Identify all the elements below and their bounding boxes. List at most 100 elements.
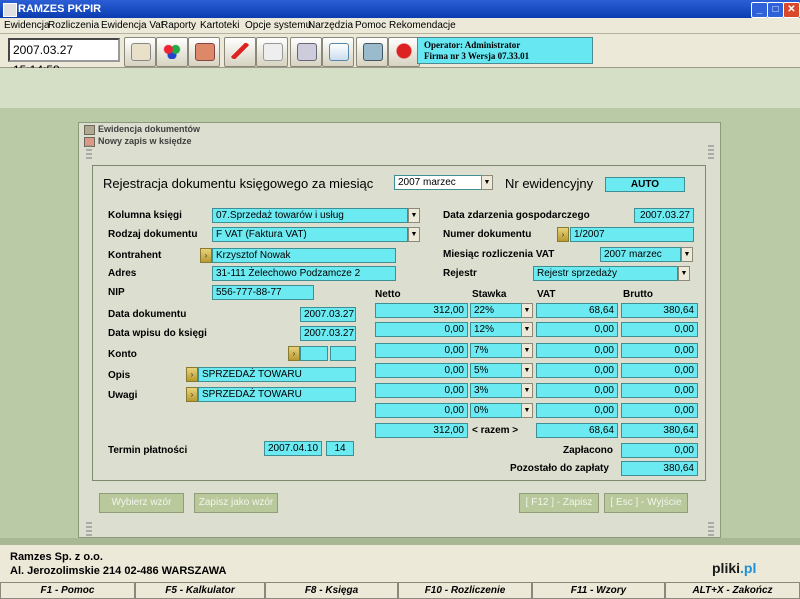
rodzaj-dropdown[interactable]: ▼ — [408, 227, 420, 242]
stawka-select[interactable]: 3% — [470, 383, 522, 398]
uwagi-button[interactable]: › — [186, 387, 198, 402]
konto-field-1[interactable] — [300, 346, 328, 361]
stawka-select[interactable]: 7% — [470, 343, 522, 358]
brutto-field[interactable]: 0,00 — [621, 403, 698, 418]
data-dok-field[interactable]: 2007.03.27 — [300, 307, 356, 322]
menu-ewidencja-vat[interactable]: Ewidencja Vat — [101, 20, 164, 31]
toolbar-button-network[interactable] — [356, 37, 388, 67]
toolbar-button-calculator[interactable] — [256, 37, 288, 67]
brutto-field[interactable]: 0,00 — [621, 343, 698, 358]
miesiac-rozl-select[interactable]: 2007 marzec — [600, 247, 681, 262]
header-label: Rejestracja dokumentu księgowego za mies… — [103, 176, 374, 191]
menu-opcje-systemu[interactable]: Opcje systemu — [245, 20, 311, 31]
menu-raporty[interactable]: Raporty — [161, 20, 196, 31]
netto-field[interactable]: 0,00 — [375, 403, 468, 418]
stawka-select[interactable]: 22% — [470, 303, 522, 318]
nr-ewid-value: AUTO — [605, 177, 685, 192]
month-dropdown[interactable]: ▼ — [481, 175, 493, 190]
stawka-select[interactable]: 12% — [470, 322, 522, 337]
stawka-dropdown[interactable]: ▼ — [521, 303, 533, 318]
vat-field[interactable]: 0,00 — [536, 403, 618, 418]
toolbar-button-check[interactable] — [322, 37, 354, 67]
wyjscie-button[interactable]: [ Esc ] - Wyjście — [604, 493, 688, 513]
termin-days-field[interactable]: 14 — [326, 441, 354, 456]
numer-dok-field[interactable]: 1/2007 — [570, 227, 694, 242]
f8-book-key[interactable]: F8 - Księga — [265, 582, 398, 599]
numer-dok-label: Numer dokumentu — [443, 229, 532, 240]
kolumna-select[interactable]: 07.Sprzedaż towarów i usług — [212, 208, 408, 223]
stawka-dropdown[interactable]: ▼ — [521, 383, 533, 398]
netto-field[interactable]: 0,00 — [375, 343, 468, 358]
stawka-select[interactable]: 5% — [470, 363, 522, 378]
close-button[interactable]: ✕ — [783, 2, 800, 18]
numer-dok-button[interactable]: › — [557, 227, 569, 242]
kontrahent-label: Kontrahent — [108, 250, 162, 261]
alt-x-exit-key[interactable]: ALT+X - Zakończ — [665, 582, 800, 599]
miesiac-rozl-dropdown[interactable]: ▼ — [681, 247, 693, 262]
brutto-field[interactable]: 0,00 — [621, 363, 698, 378]
adres-field[interactable]: 31-111 Żelechowo Podzamcze 2 — [212, 266, 396, 281]
rejestr-dropdown[interactable]: ▼ — [678, 266, 690, 281]
kontrahent-field[interactable]: Krzysztof Nowak — [212, 248, 396, 263]
f5-calculator-key[interactable]: F5 - Kalkulator — [135, 582, 265, 599]
data-dok-label: Data dokumentu — [108, 309, 187, 320]
netto-field[interactable]: 312,00 — [375, 303, 468, 318]
menu-rekomendacje[interactable]: Rekomendacje — [389, 20, 456, 31]
toolbar-button-colors[interactable] — [156, 37, 188, 67]
konto-label: Konto — [108, 349, 137, 360]
data-zdarzenia-field[interactable]: 2007.03.27 — [634, 208, 694, 223]
uwagi-field[interactable]: SPRZEDAŻ TOWARU — [198, 387, 356, 402]
kolumna-dropdown[interactable]: ▼ — [408, 208, 420, 223]
brutto-field[interactable]: 380,64 — [621, 303, 698, 318]
stawka-dropdown[interactable]: ▼ — [521, 363, 533, 378]
stawka-dropdown[interactable]: ▼ — [521, 322, 533, 337]
konto-field-2[interactable] — [330, 346, 356, 361]
brutto-field[interactable]: 0,00 — [621, 322, 698, 337]
help-icon — [395, 43, 413, 59]
f1-help-key[interactable]: F1 - Pomoc — [0, 582, 135, 599]
nr-ewid-label: Nr ewidencyjny — [505, 176, 594, 191]
netto-field[interactable]: 0,00 — [375, 322, 468, 337]
f10-settlement-key[interactable]: F10 - Rozliczenie — [398, 582, 532, 599]
opis-button[interactable]: › — [186, 367, 198, 382]
zapisz-button[interactable]: [ F12 ] - Zapisz — [519, 493, 599, 513]
maximize-button[interactable]: □ — [767, 2, 784, 18]
toolbar-button-documents[interactable] — [124, 37, 156, 67]
vat-field[interactable]: 0,00 — [536, 383, 618, 398]
zaplacono-field[interactable]: 0,00 — [621, 443, 698, 458]
konto-button[interactable]: › — [288, 346, 300, 361]
vat-field[interactable]: 68,64 — [536, 303, 618, 318]
menu-rozliczenia[interactable]: Rozliczenia — [48, 20, 99, 31]
vat-field[interactable]: 0,00 — [536, 343, 618, 358]
toolbar-button-print[interactable] — [290, 37, 322, 67]
netto-field[interactable]: 0,00 — [375, 383, 468, 398]
window-title: RAMZES PKPIR — [18, 3, 102, 15]
zapisz-wzor-button[interactable]: Zapisz jako wzór — [194, 493, 278, 513]
month-select[interactable]: 2007 marzec — [394, 175, 482, 190]
minimize-button[interactable]: _ — [751, 2, 768, 18]
netto-field[interactable]: 0,00 — [375, 363, 468, 378]
wybierz-wzor-button[interactable]: Wybierz wzór — [99, 493, 184, 513]
toolbar-button-register[interactable] — [188, 37, 220, 67]
menu-narzedzia[interactable]: Narzędzia — [308, 20, 353, 31]
opis-field[interactable]: SPRZEDAŻ TOWARU — [198, 367, 356, 382]
f11-templates-key[interactable]: F11 - Wzory — [532, 582, 665, 599]
toolbar-button-edit[interactable] — [224, 37, 256, 67]
kontrahent-search-button[interactable]: › — [200, 248, 212, 263]
stawka-select[interactable]: 0% — [470, 403, 522, 418]
stawka-dropdown[interactable]: ▼ — [521, 403, 533, 418]
vat-field[interactable]: 0,00 — [536, 363, 618, 378]
brutto-field[interactable]: 0,00 — [621, 383, 698, 398]
rodzaj-select[interactable]: F VAT (Faktura VAT) — [212, 227, 408, 242]
register-icon — [195, 43, 215, 61]
vat-field[interactable]: 0,00 — [536, 322, 618, 337]
menu-pomoc[interactable]: Pomoc — [355, 20, 386, 31]
rejestr-select[interactable]: Rejestr sprzedaży — [533, 266, 678, 281]
nip-field[interactable]: 556-777-88-77 — [212, 285, 314, 300]
data-wpisu-field[interactable]: 2007.03.27 — [300, 326, 356, 341]
stawka-dropdown[interactable]: ▼ — [521, 343, 533, 358]
toolbar-button-help[interactable] — [388, 37, 420, 67]
menu-ewidencja[interactable]: Ewidencja — [4, 20, 50, 31]
termin-date-field[interactable]: 2007.04.10 — [264, 441, 322, 456]
menu-kartoteki[interactable]: Kartoteki — [200, 20, 239, 31]
